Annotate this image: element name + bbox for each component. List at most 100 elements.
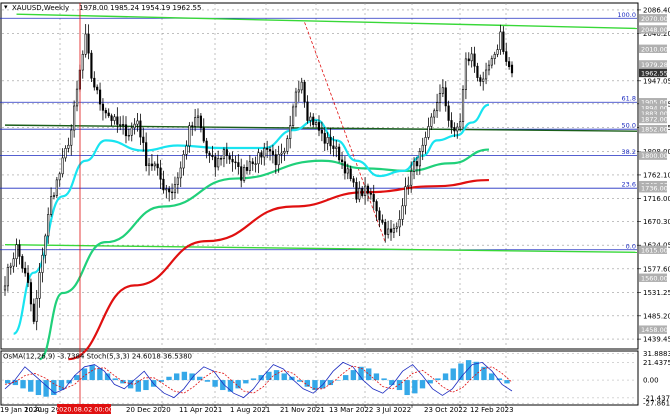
candle-body [349, 168, 352, 180]
candle-body [490, 58, 493, 66]
candle-body [335, 146, 338, 149]
candle-body [366, 185, 370, 194]
candle-body [176, 177, 179, 185]
osma-bar [473, 361, 479, 381]
candle-body [124, 124, 128, 137]
candle-body [93, 77, 96, 88]
candle-body [320, 130, 323, 134]
candle-body [196, 115, 200, 118]
candle-body [309, 116, 312, 121]
candle-body [476, 65, 479, 78]
candle-body [64, 148, 67, 159]
candle-body [283, 150, 286, 154]
candle-body [107, 112, 110, 117]
candle-body [165, 188, 168, 191]
candle-body [3, 285, 7, 291]
price-tick-label: 1670.30 [643, 218, 670, 226]
price-tick-label: 2086.40 [643, 6, 670, 14]
candle-body [338, 146, 341, 161]
candle-body [505, 51, 508, 62]
candle-body [444, 87, 447, 107]
candle-body [372, 194, 375, 202]
candle-body [277, 154, 280, 166]
candle-body [412, 161, 416, 172]
osma-bar [212, 380, 218, 387]
osma-bar [120, 380, 126, 384]
symbol-arrow-icon[interactable]: ▾ [4, 3, 8, 11]
time-tick-label: 1 Aug 2021 [230, 406, 270, 414]
candle-body [453, 127, 456, 132]
candle-body [404, 186, 407, 207]
candle-body [291, 106, 295, 126]
candle-body [407, 184, 410, 187]
level-label: 1736.00 [641, 185, 668, 193]
oscillator-tick-label: -27.8615 [643, 400, 670, 408]
candle-body [130, 127, 133, 136]
chart-canvas: 100.061.850.038.223.60.0 2086.402040.201… [0, 0, 670, 417]
fib-level-label: 61.8 [622, 95, 636, 103]
candle-body [29, 282, 33, 305]
candle-body [119, 124, 122, 126]
candle-body [459, 121, 462, 128]
current-price-label: 1962.55 [641, 69, 668, 77]
candle-body [436, 102, 439, 112]
candle-body [179, 167, 182, 179]
candle-body [260, 152, 263, 158]
symbol-label: XAUUSD,Weekly [12, 4, 69, 12]
marker-date-label: 2020.08.02 00:00 [55, 406, 113, 414]
osma-bar [143, 380, 149, 391]
osma-bar [419, 380, 426, 389]
osma-bar [43, 380, 49, 397]
level-label: 1872.00 [641, 116, 668, 124]
candle-body [297, 89, 300, 93]
candle-body [139, 120, 142, 138]
candle-body [159, 167, 162, 180]
candle-body [450, 120, 453, 128]
fib-level-label: 23.6 [622, 181, 636, 189]
candle-body [479, 77, 482, 82]
ohlc-readout: 1978.00 1985.24 1954.19 1962.55 [79, 4, 201, 12]
candle-body [456, 126, 459, 132]
oscillator-tick-label: 0.00 [643, 377, 659, 385]
candle-body [323, 132, 326, 144]
time-tick-label: 11 Apr 2021 [179, 406, 222, 414]
candle-body [98, 89, 102, 105]
osma-bar [343, 375, 349, 381]
osma-bar [204, 380, 211, 382]
candle-body [122, 124, 125, 126]
candle-body [266, 147, 269, 150]
candle-body [110, 115, 113, 121]
candle-body [441, 87, 444, 94]
price-tick-label: 1439.45 [643, 336, 670, 344]
candle-body [58, 173, 61, 181]
candle-body [211, 154, 214, 157]
osma-bar [250, 378, 257, 381]
candle-body [424, 137, 427, 146]
candle-body [6, 267, 9, 287]
candle-body [271, 150, 274, 155]
fib-level-label: 100.0 [617, 11, 636, 19]
osma-bar [350, 370, 357, 381]
candle-body [150, 163, 154, 167]
candle-body [381, 219, 384, 223]
candle-body [234, 161, 237, 164]
candle-body [306, 101, 309, 121]
osma-bar [366, 368, 372, 381]
osma-bar [488, 373, 495, 381]
candle-body [104, 110, 107, 114]
candle-body [369, 192, 372, 195]
osma-bar [181, 371, 188, 381]
osma-bar [442, 373, 449, 381]
candle-body [340, 159, 344, 163]
candle-body [96, 86, 99, 91]
osma-bar [504, 380, 510, 384]
candle-body [461, 89, 465, 122]
candle-body [496, 49, 499, 55]
candle-body [55, 179, 58, 196]
osma-bar [104, 373, 111, 381]
candle-body [361, 188, 364, 196]
candle-body [162, 178, 165, 191]
time-tick-label: 23 Oct 2022 [424, 406, 467, 414]
candle-body [254, 163, 257, 165]
osma-bar [28, 380, 34, 392]
